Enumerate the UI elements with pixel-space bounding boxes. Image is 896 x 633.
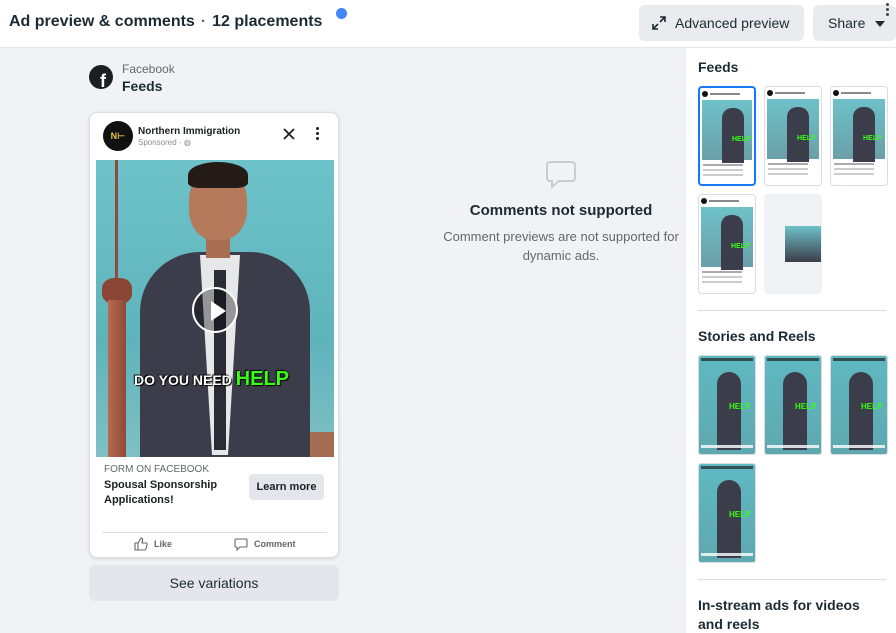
page-title: Ad preview & comments · 12 placements [9, 13, 322, 31]
speech-bubble-icon [546, 161, 576, 190]
comment-label: Comment [254, 539, 296, 549]
placement-thumb-feeds-3[interactable] [830, 86, 888, 186]
caption-highlight: HELP [235, 368, 289, 390]
advanced-preview-button[interactable]: Advanced preview [639, 5, 804, 41]
placement-thumb-reels-1[interactable] [830, 355, 888, 455]
advertiser-avatar: N⊢ [103, 121, 133, 151]
share-label: Share [828, 15, 866, 31]
section-divider [698, 310, 886, 311]
learn-more-button[interactable]: Learn more [249, 474, 324, 500]
notification-dot [336, 8, 347, 19]
cta-type-label: FORM ON FACEBOOK [104, 464, 210, 475]
comments-not-supported-title: Comments not supported [469, 202, 653, 219]
more-options-icon[interactable] [884, 3, 890, 21]
section-title-instream: In-stream ads for videos and reels [698, 597, 860, 632]
placement-thumb-feeds-4[interactable] [698, 194, 756, 294]
close-icon[interactable] [282, 127, 296, 141]
tower-graphic [115, 160, 118, 280]
section-title-stories-reels: Stories and Reels [698, 328, 816, 344]
cta-headline: Spousal Sponsorship Applications! [104, 479, 218, 506]
globe-icon: ◍ [183, 138, 191, 147]
placement-thumb-feeds-5[interactable] [764, 194, 822, 294]
like-button[interactable]: Like [134, 537, 172, 551]
placement-label: Feeds [122, 78, 163, 94]
page-title-text: Ad preview & comments [9, 13, 195, 30]
section-title-feeds: Feeds [698, 59, 739, 75]
placements-panel: Feeds Stories and Reels In-stream ads fo… [686, 48, 896, 633]
facebook-logo-icon: f [89, 65, 113, 89]
ad-preview-card: N⊢ Northern Immigration Sponsored · ◍ DO… [89, 112, 339, 558]
video-caption: DO YOU NEED HELP [134, 368, 314, 391]
card-divider [102, 532, 327, 533]
ad-more-options-icon[interactable] [316, 127, 320, 143]
caret-down-icon [875, 21, 886, 27]
tower-shaft [108, 300, 126, 457]
platform-label: Facebook [122, 62, 175, 76]
header-bar: Ad preview & comments · 12 placements Adva… [0, 0, 896, 48]
see-variations-button[interactable]: See variations [89, 565, 339, 601]
advanced-preview-label: Advanced preview [675, 15, 790, 31]
placement-thumb-story-1[interactable] [698, 355, 756, 455]
person-hair [188, 162, 248, 188]
placement-thumb-reels-2[interactable] [698, 463, 756, 563]
like-label: Like [154, 539, 173, 549]
placements-count: 12 placements [212, 13, 323, 30]
placement-thumb-feeds-2[interactable] [764, 86, 822, 186]
caption-prefix: DO YOU NEED [134, 372, 236, 388]
advertiser-name: Northern Immigration [138, 126, 241, 137]
comment-button[interactable]: Comment [234, 537, 296, 551]
title-separator: · [200, 13, 207, 30]
sponsored-label: Sponsored · ◍ [138, 138, 191, 147]
comment-icon [234, 538, 248, 551]
placement-thumb-story-2[interactable] [764, 355, 822, 455]
thumbs-up-icon [134, 537, 148, 551]
expand-icon [652, 16, 666, 30]
placement-thumb-feeds-1[interactable] [698, 86, 756, 186]
comments-not-supported-message: Comment previews are not supported for d… [443, 229, 679, 263]
ad-video-media[interactable]: DO YOU NEED HELP [96, 160, 334, 457]
section-divider [698, 579, 886, 580]
play-icon[interactable] [192, 287, 238, 333]
